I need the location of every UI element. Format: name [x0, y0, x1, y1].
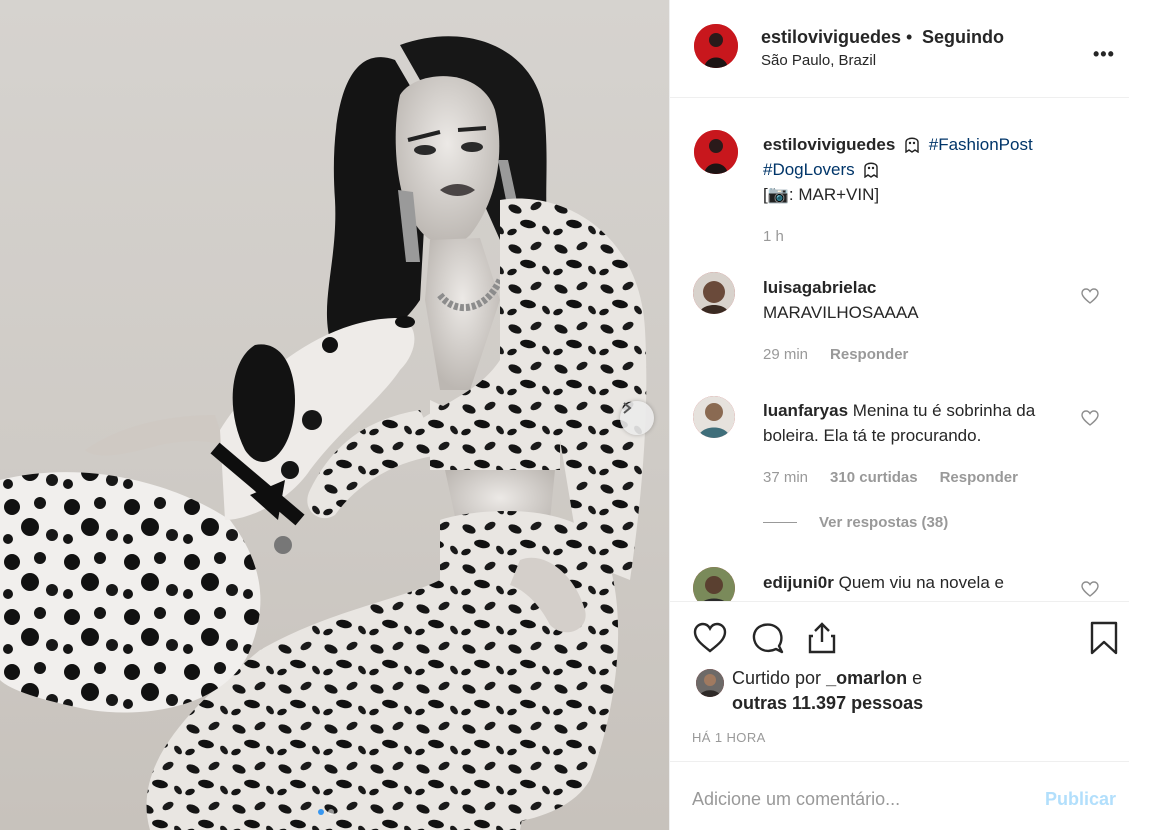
comment-username[interactable]: luanfaryas [763, 401, 848, 420]
view-replies-button[interactable]: Ver respostas (38) [763, 514, 948, 531]
comment-time[interactable]: 29 min [763, 346, 808, 363]
instagram-post-view: estiloviviguedes • Seguindo São Paulo, B… [0, 0, 1171, 830]
caption-username[interactable]: estiloviviguedes [763, 135, 895, 154]
post-caption: estiloviviguedes #FashionPost #DogLovers… [763, 132, 1083, 207]
post-location[interactable]: São Paulo, Brazil [761, 52, 876, 69]
reply-button[interactable]: Responder [940, 469, 1018, 486]
post-photo[interactable] [0, 0, 669, 830]
post-actions: Curtido por _omarlon e outras 11.397 pes… [670, 602, 1130, 762]
post-details-panel: estiloviviguedes • Seguindo São Paulo, B… [669, 0, 1130, 830]
likes-summary: Curtido por _omarlon e outras 11.397 pes… [732, 666, 923, 716]
carousel-dot-active [318, 809, 324, 815]
ghost-emoji-icon [864, 162, 879, 178]
heart-icon[interactable] [692, 620, 728, 656]
comment-input[interactable] [692, 785, 1022, 813]
avatar-image [693, 272, 735, 314]
comment-meta: 29 min Responder [763, 346, 908, 363]
replies-divider [763, 522, 797, 523]
comment-like-heart-icon[interactable] [1081, 410, 1099, 426]
comment-username[interactable]: luisagabrielac [763, 278, 876, 297]
more-options-icon[interactable]: ••• [1093, 44, 1115, 65]
liker-avatar[interactable] [696, 669, 724, 697]
page-margin [1129, 0, 1171, 830]
hashtag-fashionpost[interactable]: #FashionPost [929, 135, 1033, 154]
author-username[interactable]: estiloviviguedes [761, 27, 901, 48]
avatar-image [693, 396, 735, 438]
comment-composer: Publicar [670, 763, 1130, 830]
photo-illustration [0, 36, 647, 830]
comments-section[interactable]: estiloviviguedes #FashionPost #DogLovers… [670, 99, 1130, 602]
reply-button[interactable]: Responder [830, 346, 908, 363]
comment-body: Quem viu na novela e [838, 573, 1004, 592]
commenter-avatar[interactable] [693, 396, 735, 438]
post-timestamp[interactable]: HÁ 1 HORA [692, 730, 766, 745]
likes-prefix: Curtido por [732, 668, 822, 688]
header-separator: • [906, 27, 913, 47]
view-replies-label: Ver respostas (38) [819, 514, 949, 531]
share-icon[interactable] [804, 620, 840, 656]
avatar-image [693, 567, 735, 601]
comment-text: luanfaryas Menina tu é sobrinha da bolei… [763, 398, 1063, 448]
comment-text: edijuni0r Quem viu na novela e [763, 570, 1063, 595]
post-header: estiloviviguedes • Seguindo São Paulo, B… [670, 0, 1130, 98]
photo-credit: [📷: MAR+VIN] [763, 185, 880, 204]
comment-username[interactable]: edijuni0r [763, 573, 834, 592]
chevron-right-icon [623, 402, 632, 414]
comment-time[interactable]: 37 min [763, 469, 808, 486]
carousel-indicator [318, 809, 334, 815]
caption-time[interactable]: 1 h [763, 228, 784, 245]
likes-conjunction: e [912, 668, 923, 688]
publish-button[interactable]: Publicar [1045, 789, 1116, 810]
comment-text: luisagabrielac MARAVILHOSAAAA [763, 275, 1063, 325]
hashtag-doglovers[interactable]: #DogLovers [763, 160, 855, 179]
likes-others-button[interactable]: outras 11.397 pessoas [732, 693, 923, 713]
comment-icon[interactable] [749, 620, 785, 656]
bookmark-icon[interactable] [1086, 620, 1122, 656]
comment-like-heart-icon[interactable] [1081, 581, 1099, 597]
comment-body: MARAVILHOSAAAA [763, 303, 919, 322]
avatar-image [694, 130, 738, 174]
author-avatar[interactable] [694, 24, 738, 68]
comment-like-heart-icon[interactable] [1081, 288, 1099, 304]
avatar-image [694, 24, 738, 68]
liker-username[interactable]: _omarlon [826, 668, 907, 688]
following-button[interactable]: Seguindo [922, 27, 1004, 48]
ghost-emoji-icon [905, 137, 919, 153]
comment-meta: 37 min 310 curtidas Responder [763, 469, 1018, 486]
avatar-image [696, 669, 724, 697]
caption-author-avatar[interactable] [694, 130, 738, 174]
carousel-dot [328, 809, 334, 815]
commenter-avatar[interactable] [693, 567, 735, 601]
comment-likes-count[interactable]: 310 curtidas [830, 469, 918, 486]
next-photo-button[interactable] [620, 401, 654, 435]
commenter-avatar[interactable] [693, 272, 735, 314]
